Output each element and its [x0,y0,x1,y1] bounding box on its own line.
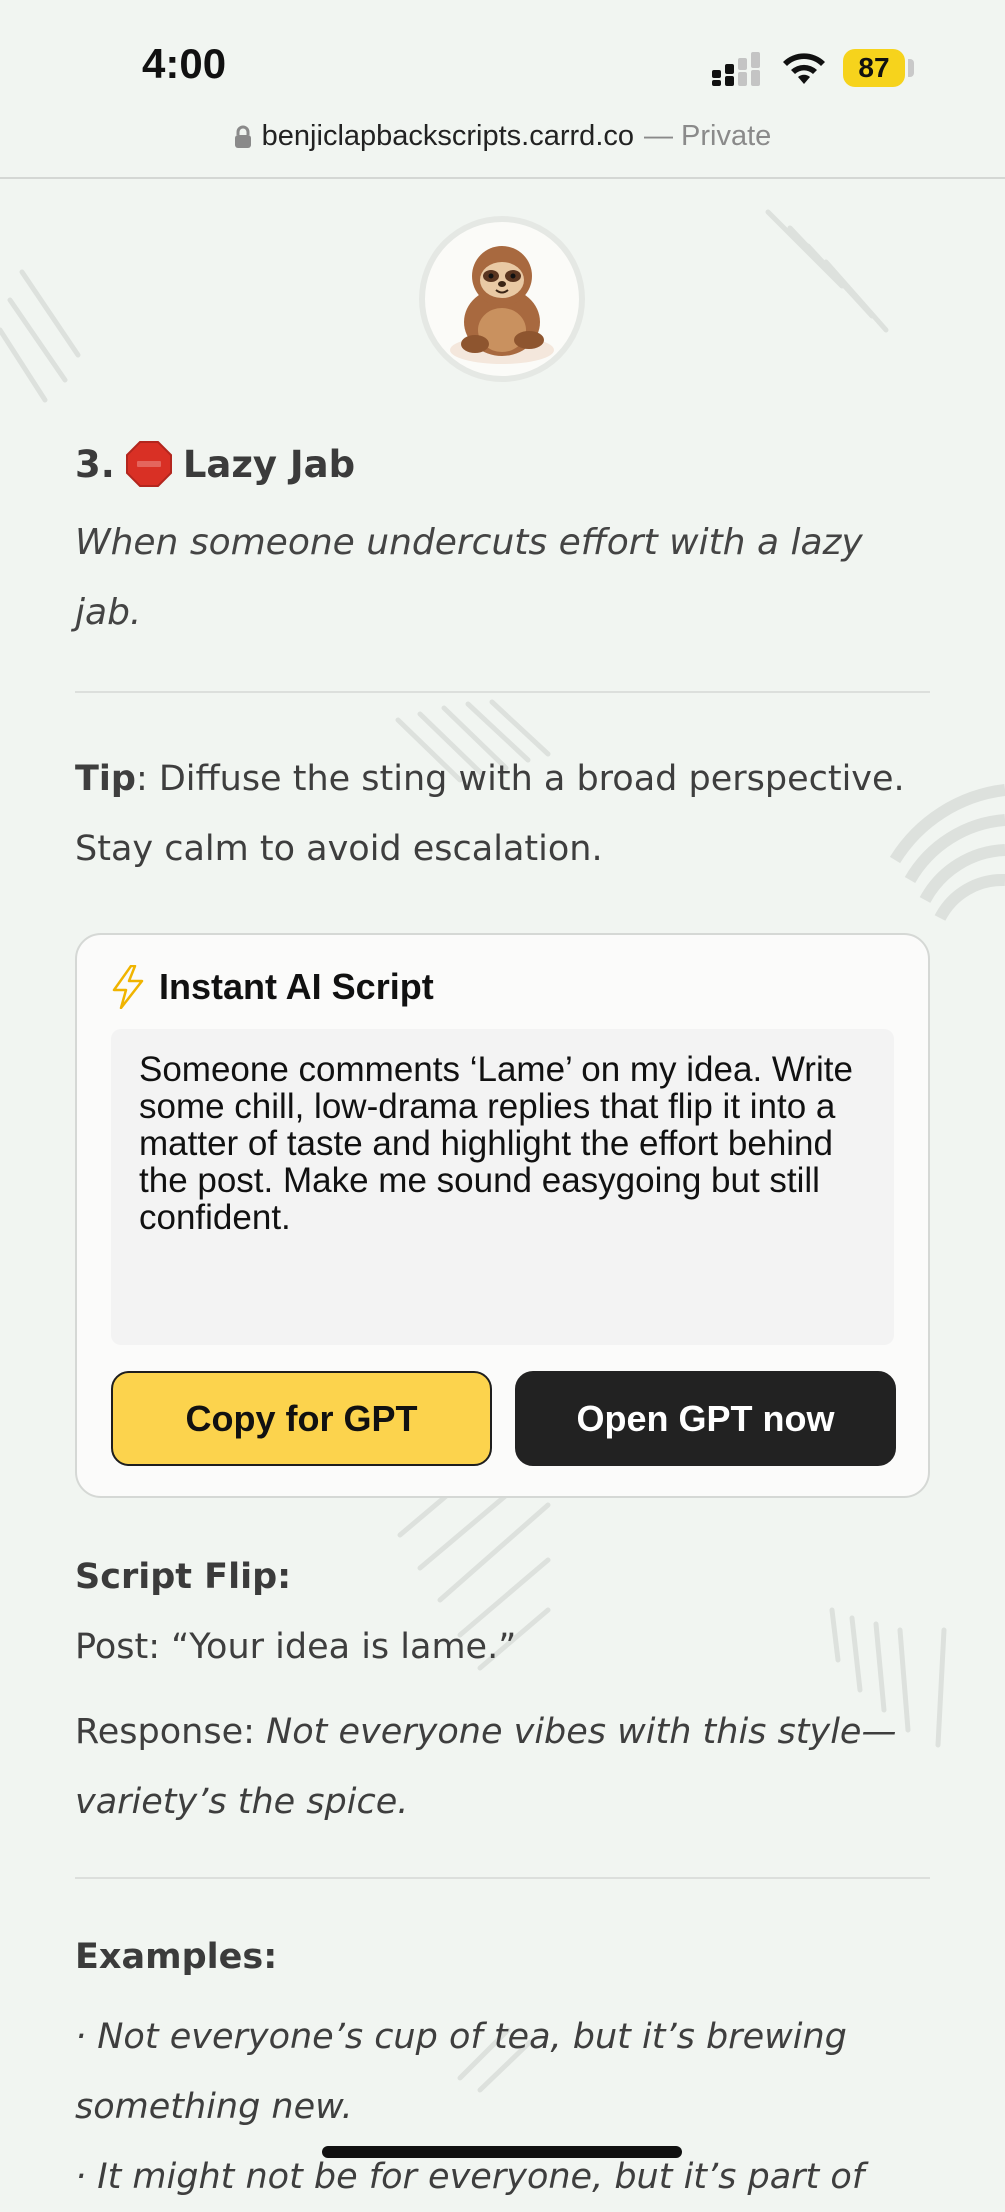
examples-title: Examples: [75,1937,278,1977]
copy-for-gpt-button[interactable]: Copy for GPT [111,1371,492,1466]
tip-text: : Diffuse the sting with a broad perspec… [75,759,905,869]
script-flip-title: Script Flip: [75,1557,292,1597]
card-title: Instant AI Script [111,965,434,1009]
section-title: 3. Lazy Jab [75,440,935,488]
sloth-icon [450,246,554,364]
post-text: “Your idea is lame.” [171,1627,517,1667]
stop-sign-icon [125,441,172,487]
home-indicator[interactable] [322,2146,682,2158]
list-item: · Not everyone’s cup of tea, but it’s br… [75,2017,847,2127]
sloth-avatar [419,216,585,382]
card-title-text: Instant AI Script [159,966,434,1007]
section-number: 3. [75,442,115,486]
divider [75,1877,930,1879]
section-title-text: Lazy Jab [182,442,356,486]
tip-label: Tip [75,759,136,799]
open-gpt-now-button[interactable]: Open GPT now [515,1371,896,1466]
post-label: Post: [75,1627,161,1667]
script-flip-response: Response: Not everyone vibes with this s… [75,1697,935,1837]
script-flip-post: Post: “Your idea is lame.” [75,1627,935,1667]
examples-list: · Not everyone’s cup of tea, but it’s br… [75,2002,935,2212]
tip-paragraph: Tip: Diffuse the sting with a broad pers… [75,744,935,884]
section-subtitle: When someone undercuts effort with a laz… [75,522,863,633]
response-label: Response: [75,1712,255,1752]
instant-ai-script-card: Instant AI Script Someone comments ‘Lame… [75,933,930,1498]
lightning-icon [112,965,144,1009]
divider [75,691,930,693]
prompt-text[interactable]: Someone comments ‘Lame’ on my idea. Writ… [111,1029,894,1345]
